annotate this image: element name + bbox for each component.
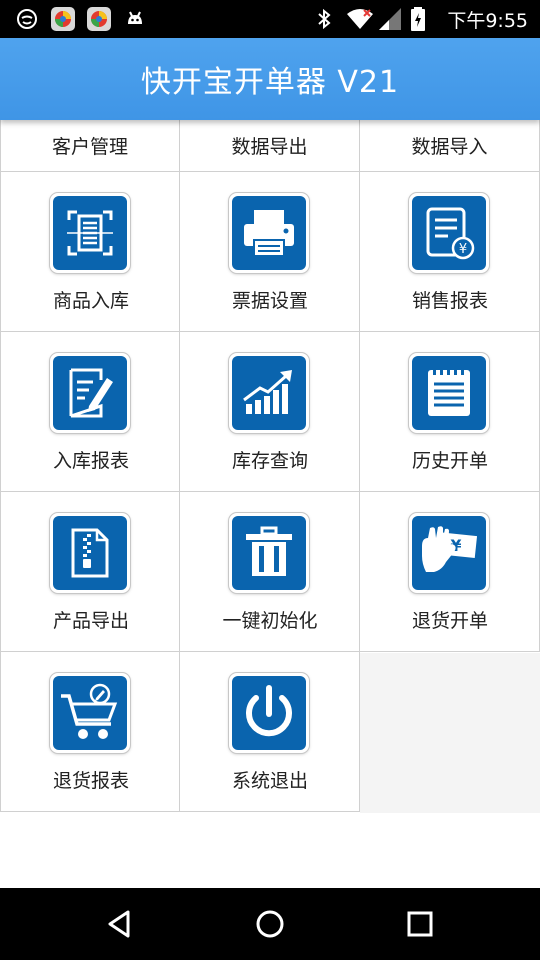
svg-text:¥: ¥ [459, 242, 467, 257]
tile-label: 历史开单 [411, 450, 488, 472]
status-bar: 下午9:55 [0, 0, 540, 38]
one-click-reset-tile[interactable]: 一键初始化 [180, 492, 360, 652]
tile-label: 退货开单 [411, 610, 488, 632]
top-menu-row: 客户管理 数据导出 数据导入 [0, 120, 540, 172]
money-hand-icon: ¥ [409, 513, 489, 593]
battery-icon [409, 6, 435, 32]
wifi-icon [345, 6, 374, 32]
order-history-tile[interactable]: 历史开单 [360, 332, 540, 492]
product-stock-in-tile[interactable]: 商品入库 [0, 172, 180, 332]
growth-chart-icon [229, 353, 309, 433]
tile-label: 库存查询 [231, 450, 308, 472]
navigation-bar [0, 888, 540, 960]
shopping-cart-icon [50, 673, 130, 753]
notepad-icon [409, 353, 489, 433]
home-icon[interactable] [252, 906, 288, 942]
tile-label: 入库报表 [52, 450, 129, 472]
printer-icon [229, 193, 309, 273]
android-icon [122, 6, 148, 32]
tile-label: 票据设置 [231, 290, 308, 312]
tile-label: 一键初始化 [222, 610, 318, 632]
clock: 下午9:55 [447, 9, 528, 32]
trash-icon [229, 513, 309, 593]
tile-label: 退货报表 [52, 770, 129, 792]
signal-icon [377, 6, 403, 32]
sales-report-icon: ¥ [409, 193, 489, 273]
scan-document-icon [50, 193, 130, 273]
tile-label: 销售报表 [411, 290, 488, 312]
tile-label: 产品导出 [52, 610, 129, 632]
return-order-tile[interactable]: ¥ 退货开单 [360, 492, 540, 652]
tile-label: 商品入库 [52, 290, 129, 312]
system-exit-tile[interactable]: 系统退出 [180, 652, 360, 812]
back-icon[interactable] [102, 906, 138, 942]
title-bar: 快开宝开单器 V21 [0, 38, 540, 120]
edit-document-icon [50, 353, 130, 433]
inventory-query-tile[interactable]: 库存查询 [180, 332, 360, 492]
power-icon [229, 673, 309, 753]
browser-icon [50, 6, 76, 32]
customer-management-button[interactable]: 客户管理 [0, 120, 180, 172]
empty-cell [360, 653, 540, 813]
smiley-icon [14, 6, 40, 32]
recent-apps-icon[interactable] [402, 906, 438, 942]
data-import-button[interactable]: 数据导入 [360, 120, 540, 172]
page-title: 快开宝开单器 V21 [140, 65, 400, 100]
bluetooth-icon [313, 6, 339, 32]
return-report-tile[interactable]: 退货报表 [0, 652, 180, 812]
tile-label: 系统退出 [231, 770, 308, 792]
receipt-settings-tile[interactable]: 票据设置 [180, 172, 360, 332]
browser-icon [86, 6, 112, 32]
sales-report-tile[interactable]: ¥ 销售报表 [360, 172, 540, 332]
product-export-tile[interactable]: 产品导出 [0, 492, 180, 652]
zip-file-icon [50, 513, 130, 593]
stock-in-report-tile[interactable]: 入库报表 [0, 332, 180, 492]
data-export-button[interactable]: 数据导出 [180, 120, 360, 172]
